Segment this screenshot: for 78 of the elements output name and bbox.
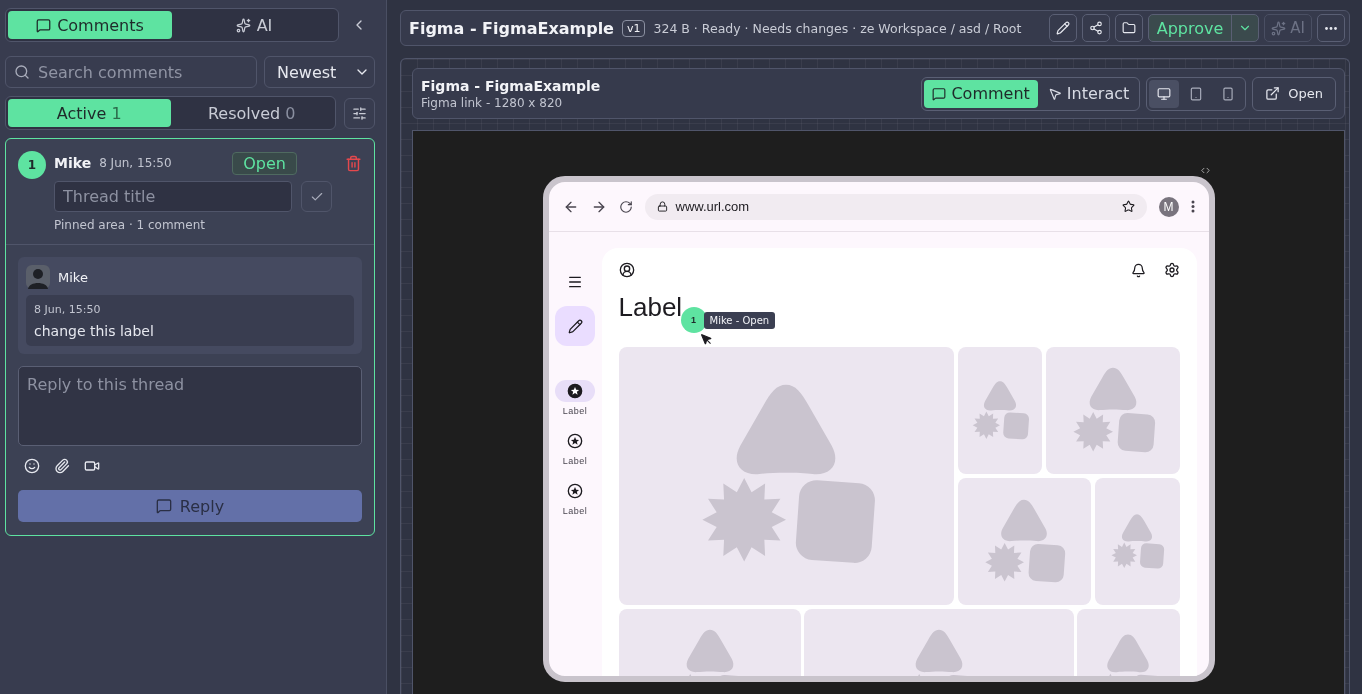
folder-button[interactable] — [1114, 14, 1143, 42]
comment-pin[interactable]: 1 — [680, 307, 707, 333]
pencil-icon — [1055, 21, 1070, 35]
emoji-button[interactable] — [24, 458, 40, 474]
heading: Label — [618, 292, 683, 323]
search-icon — [14, 64, 30, 80]
user-icon — [618, 262, 635, 278]
reload-icon — [618, 199, 633, 214]
share-icon — [1088, 21, 1103, 35]
embed-subtitle: Figma link - 1280 x 820 — [421, 95, 564, 110]
more-button[interactable] — [1317, 14, 1345, 42]
star-circle-icon — [567, 483, 583, 499]
delete-button[interactable] — [345, 154, 362, 172]
pencil-icon — [567, 318, 583, 334]
url-text: www.url.com — [675, 199, 750, 214]
external-link-icon — [1265, 86, 1281, 101]
avatar — [26, 265, 50, 289]
page-title: Figma - FigmaExample — [409, 18, 614, 38]
chat-bubble-icon — [932, 86, 947, 101]
phone-icon — [1221, 86, 1236, 101]
pin-tooltip: Mike - Open — [703, 311, 776, 329]
edit-button[interactable] — [1048, 14, 1077, 42]
embed-title: Figma - FigmaExample — [421, 77, 601, 94]
thread-meta: Pinned area · 1 comment — [54, 218, 206, 232]
sort-dropdown[interactable]: Newest — [264, 56, 375, 88]
approve-button[interactable]: Approve — [1148, 15, 1232, 41]
open-button[interactable]: Open — [1252, 76, 1336, 111]
file-meta: 324 B · Ready · Needs changes · ze Workspace / asd / Root — [653, 20, 1022, 36]
comment-time: 8 Jun, 15:50 — [34, 303, 102, 316]
folder-icon — [1121, 21, 1136, 35]
code-icon — [1201, 166, 1210, 175]
bell-icon — [1130, 262, 1146, 278]
star-circle-icon — [567, 433, 583, 449]
settings-icon — [1163, 262, 1180, 278]
nav-item[interactable]: Label — [555, 430, 595, 466]
sparkle-icon — [1271, 20, 1287, 36]
sliders-icon — [352, 105, 367, 121]
video-button[interactable] — [84, 458, 100, 474]
pointer-icon — [1047, 86, 1062, 101]
filter-tab[interactable]: Active 1 — [8, 99, 171, 127]
author-name: Mike — [54, 155, 92, 171]
comment-time: 8 Jun, 15:50 — [99, 156, 172, 170]
edit-fab[interactable] — [555, 306, 595, 346]
video-camera-icon — [84, 458, 100, 474]
share-button[interactable] — [1081, 14, 1110, 42]
menu-icon — [567, 274, 583, 290]
sidebar-tab[interactable]: Comments — [8, 11, 172, 39]
device-button[interactable] — [1149, 79, 1180, 108]
more-icon — [1325, 26, 1337, 30]
tablet-icon — [1189, 86, 1204, 101]
lock-icon — [656, 201, 668, 212]
version-badge: v1 — [621, 19, 646, 37]
status-badge: Open — [232, 151, 297, 175]
comment-text: change this label — [34, 323, 155, 339]
reply-field[interactable]: Reply to this thread — [18, 366, 362, 446]
nav-item[interactable]: Label — [555, 480, 595, 516]
mode-tab[interactable]: Comment — [924, 79, 1038, 108]
mode-tab[interactable]: Interact — [1039, 79, 1138, 108]
chat-bubble-icon — [36, 17, 52, 33]
star-badge-icon — [567, 383, 583, 399]
smiley-icon — [24, 458, 40, 474]
chat-bubble-icon — [155, 498, 172, 514]
profile-avatar: M — [1158, 196, 1179, 217]
star-icon — [1121, 200, 1135, 213]
thread-number: 1 — [18, 151, 46, 179]
sidebar-tab[interactable]: AI — [172, 11, 336, 39]
filter-tab[interactable]: Resolved 0 — [170, 99, 333, 127]
filter-settings-button[interactable] — [344, 97, 375, 129]
trash-icon — [345, 154, 362, 172]
paperclip-icon — [54, 458, 70, 474]
author-name: Mike — [58, 269, 88, 285]
attach-button[interactable] — [54, 458, 70, 474]
cursor-icon — [699, 333, 713, 346]
thread-title-field[interactable]: Thread title — [54, 181, 292, 212]
sparkle-icon — [235, 17, 251, 33]
search-field[interactable]: Search comments — [5, 56, 257, 88]
desktop-icon — [1157, 86, 1172, 101]
kebab-menu-icon — [1190, 200, 1195, 213]
